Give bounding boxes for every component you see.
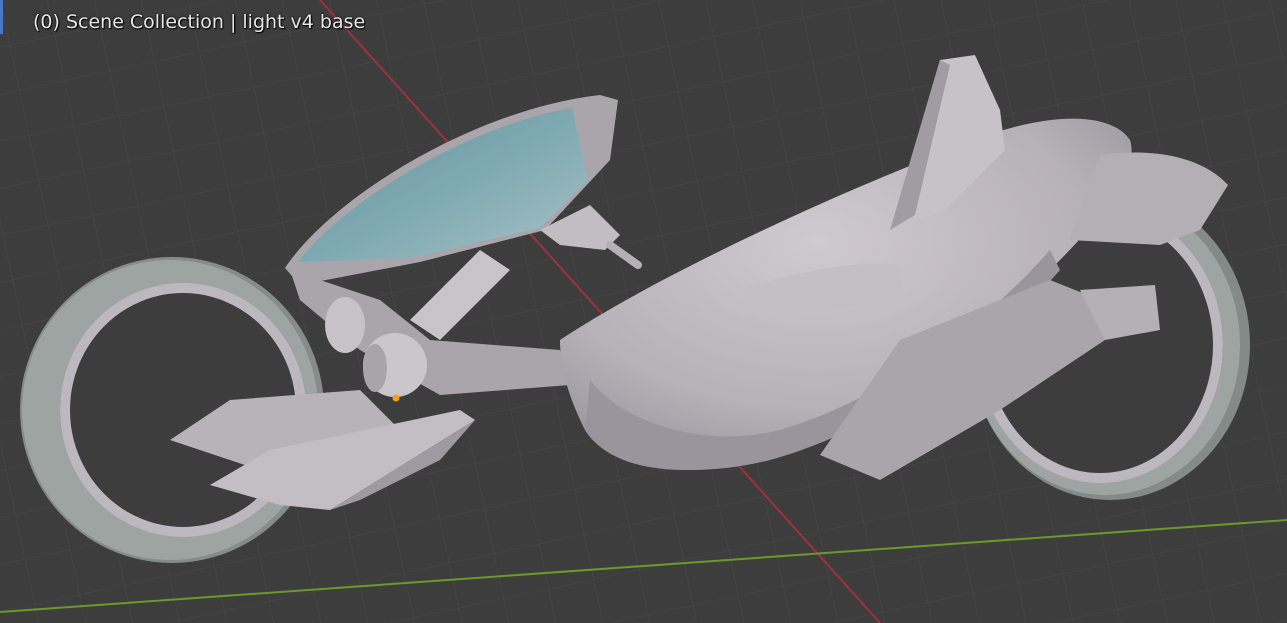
headlight-lens [363, 344, 387, 392]
active-region-marker [0, 0, 3, 34]
viewport-scene[interactable] [0, 0, 1287, 623]
viewport-info-text: (0) Scene Collection | light v4 base [33, 11, 366, 33]
3d-viewport[interactable]: (0) Scene Collection | light v4 base [0, 0, 1287, 623]
headlight-upper [325, 297, 365, 353]
object-origin-point [392, 394, 400, 402]
